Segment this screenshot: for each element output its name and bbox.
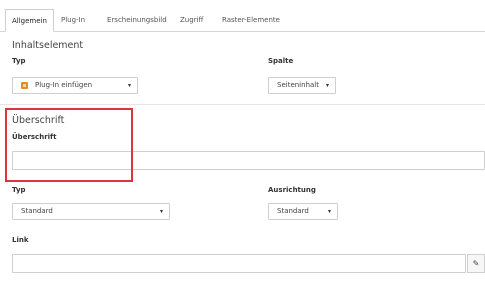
tab-allgemein[interactable]: Allgemein [5,9,54,32]
tab-raster-elemente[interactable]: Raster-Elemente [216,9,286,31]
chevron-down-icon: ▾ [159,208,163,215]
plugin-icon [21,82,28,89]
chevron-down-icon: ▾ [325,82,329,89]
tab-erscheinungsbild[interactable]: Erscheinungsbild [101,9,173,31]
alignment-select-value: Standard [277,207,309,215]
highlight-box [5,108,133,182]
tab-label: Plug-In [61,16,86,24]
alignment-select[interactable]: Standard ▾ [268,203,338,220]
column-select-value: Seiteninhalt [277,81,319,89]
chevron-down-icon: ▾ [127,82,131,89]
link-label: Link [12,236,29,244]
pencil-icon: ✎ [472,259,480,268]
tab-bar: Allgemein Plug-In Erscheinungsbild Zugri… [0,9,485,32]
chevron-down-icon: ▾ [327,208,331,215]
link-picker-button[interactable]: ✎ [467,254,485,273]
header-type-select-value: Standard [21,207,53,215]
type-select[interactable]: Plug-In einfügen ▾ [12,77,138,94]
tab-label: Erscheinungsbild [107,16,167,24]
link-input[interactable] [12,254,466,273]
section-divider [0,104,485,105]
column-select[interactable]: Seiteninhalt ▾ [268,77,336,94]
tab-label: Zugriff [180,16,204,24]
tab-zugriff[interactable]: Zugriff [174,9,209,31]
header-type-label: Typ [12,186,26,194]
column-label: Spalte [268,57,294,65]
alignment-label: Ausrichtung [268,186,316,194]
type-select-value: Plug-In einfügen [35,81,93,89]
section-title-content-element: Inhaltselement [12,40,84,51]
tab-label: Raster-Elemente [222,16,280,24]
header-type-select[interactable]: Standard ▾ [12,203,170,220]
tab-plugin[interactable]: Plug-In [55,9,91,31]
tab-label: Allgemein [12,17,47,25]
type-label: Typ [12,57,26,65]
